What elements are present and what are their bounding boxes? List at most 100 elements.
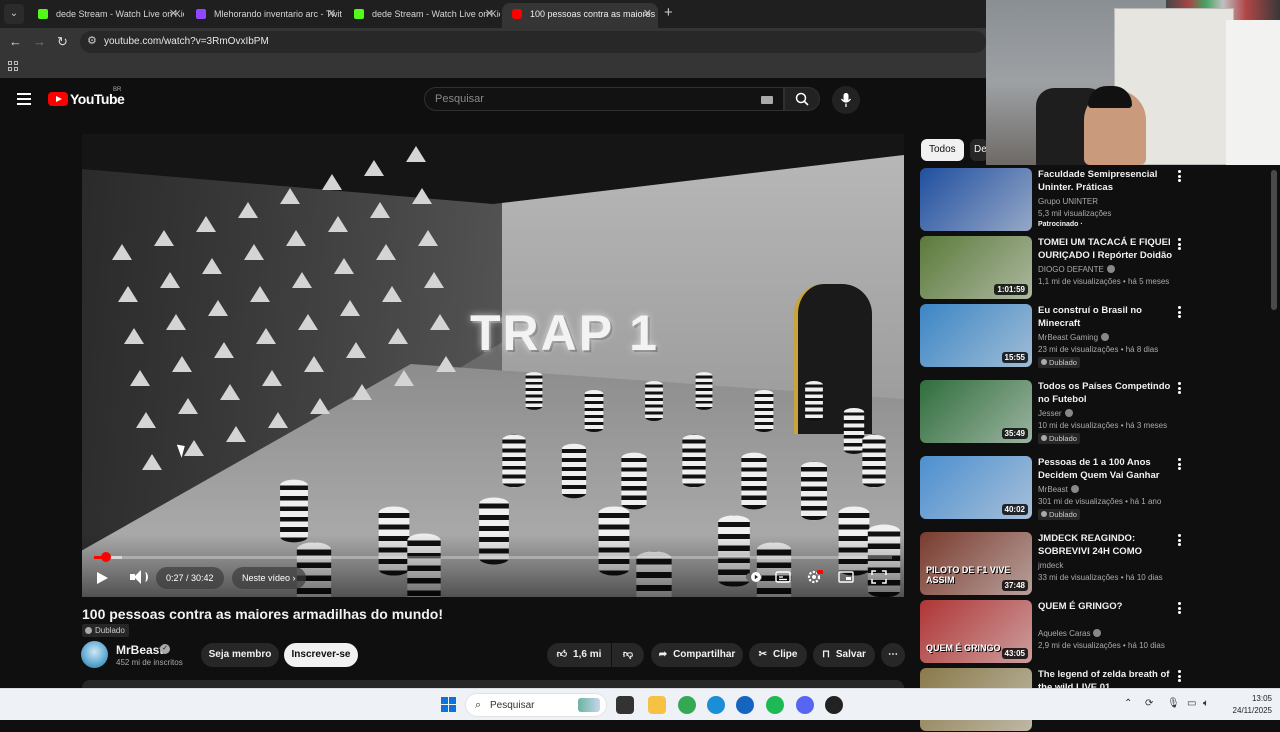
recommendation-title[interactable]: JMDECK REAGINDO: SOBREVIVI 24H COMO PILO… <box>1038 532 1176 558</box>
taskbar-clock[interactable]: 13:05 24/11/2025 <box>1222 693 1272 717</box>
browser-tab[interactable]: dede Stream - Watch Live on Kick ✕ <box>344 3 500 28</box>
autoplay-toggle-icon[interactable] <box>746 570 762 584</box>
video-thumbnail[interactable]: PILOTO DE F1 VIVE ASSIM 37:48 <box>920 532 1032 595</box>
close-tab-icon[interactable]: ✕ <box>327 3 336 25</box>
recommendation-title[interactable]: Todos os Países Competindo no Futebol <box>1038 380 1176 406</box>
keyboard-icon[interactable] <box>761 96 773 104</box>
task-view-icon[interactable] <box>616 696 634 714</box>
file-explorer-icon[interactable] <box>648 696 666 714</box>
windows-start-icon[interactable] <box>441 697 456 712</box>
subscribe-button[interactable]: Inscrever-se <box>284 643 358 667</box>
dislike-button[interactable]: 👎︎ <box>612 643 644 667</box>
description-box[interactable] <box>82 680 904 688</box>
chip-all[interactable]: Todos <box>921 139 964 161</box>
obs-icon[interactable] <box>825 696 843 714</box>
recommendation-channel[interactable]: Jesser <box>1038 409 1073 418</box>
video-thumbnail[interactable]: 40:02 <box>920 456 1032 519</box>
miniplayer-icon[interactable] <box>838 570 854 584</box>
volume-icon[interactable] <box>130 570 148 584</box>
more-vertical-icon[interactable] <box>1178 670 1181 682</box>
recommendation-item[interactable]: QUEM É GRINGO 43:05 QUEM É GRINGO? Aqueles … <box>920 600 1190 664</box>
recommendation-item[interactable]: Faculdade Semipresencial Uninter. Prátic… <box>920 168 1190 232</box>
recommendation-channel[interactable]: MrBeast <box>1038 485 1079 494</box>
apps-grid-icon[interactable] <box>8 61 18 71</box>
browser-tab[interactable]: dede Stream - Watch Live on Kick ✕ <box>28 3 184 28</box>
close-tab-icon[interactable]: ✕ <box>643 3 652 25</box>
recommendation-channel[interactable]: Grupo UNINTER <box>1038 197 1098 206</box>
recommendation-item[interactable]: 40:02 Pessoas de 1 a 100 Anos Decidem Que… <box>920 456 1190 520</box>
join-member-button[interactable]: Seja membro <box>201 643 279 667</box>
close-tab-icon[interactable]: ✕ <box>485 3 494 25</box>
tab-search-chevron-icon[interactable]: ⌄ <box>4 4 24 24</box>
share-button[interactable]: ➦ Compartilhar <box>651 643 743 667</box>
recommendation-title[interactable]: Pessoas de 1 a 100 Anos Decidem Quem Vai… <box>1038 456 1176 482</box>
browser-tab-active[interactable]: 100 pessoas contra as maiores armadilhas… <box>502 3 658 28</box>
browser-tab[interactable]: Mlehorando inventario arc - Twitch ✕ <box>186 3 342 28</box>
address-bar[interactable]: ⚙ youtube.com/watch?v=3RmOvxIbPM <box>80 31 986 53</box>
recommendation-title[interactable]: Faculdade Semipresencial Uninter. Prátic… <box>1038 168 1176 194</box>
video-thumbnail[interactable]: 35:49 <box>920 380 1032 443</box>
fullscreen-icon[interactable] <box>871 570 887 584</box>
site-info-icon[interactable]: ⚙ <box>87 34 97 47</box>
clip-button[interactable]: ✂ Clipe <box>749 643 807 667</box>
search-input[interactable]: Pesquisar <box>424 87 784 111</box>
voice-search-button[interactable] <box>832 86 860 114</box>
like-button[interactable]: 👍︎ 1,6 mi <box>547 643 611 667</box>
progress-bar[interactable] <box>94 552 892 562</box>
search-button[interactable] <box>784 87 820 111</box>
new-tab-plus-icon[interactable]: + <box>664 4 673 21</box>
recommendation-channel[interactable]: DIOGO DEFANTE <box>1038 265 1115 274</box>
settings-gear-icon[interactable] <box>807 570 823 584</box>
video-player[interactable]: TRAP 1 0:27 / 30:42 Neste vídeo › <box>82 134 904 597</box>
recommendation-channel[interactable]: jmdeck <box>1038 561 1063 570</box>
more-vertical-icon[interactable] <box>1178 382 1181 394</box>
subtitles-icon[interactable] <box>775 570 791 584</box>
recommendation-item[interactable]: 1:01:59 TOMEI UM TACACÁ E FIQUEI OURIÇADO… <box>920 236 1190 300</box>
edge-icon[interactable] <box>707 696 725 714</box>
recommendation-item[interactable]: PILOTO DE F1 VIVE ASSIM 37:48 JMDECK REAGI… <box>920 532 1190 596</box>
more-vertical-icon[interactable] <box>1178 170 1181 182</box>
recommendation-title[interactable]: TOMEI UM TACACÁ E FIQUEI OURIÇADO I Repó… <box>1038 236 1176 262</box>
more-vertical-icon[interactable] <box>1178 534 1181 546</box>
more-vertical-icon[interactable] <box>1178 602 1181 614</box>
play-button[interactable] <box>97 572 108 584</box>
recommendation-item[interactable]: 15:55 Eu construí o Brasil no Minecraft Mr… <box>920 304 1190 368</box>
scrollbar[interactable] <box>1271 170 1277 310</box>
video-thumbnail[interactable]: QUEM É GRINGO 43:05 <box>920 600 1032 663</box>
back-arrow-icon[interactable]: ← <box>9 34 22 49</box>
avatar[interactable] <box>81 641 108 668</box>
recommendation-channel[interactable]: MrBeast Gaming <box>1038 333 1110 342</box>
recommendation-title[interactable]: Eu construí o Brasil no Minecraft <box>1038 304 1176 330</box>
microphone-tray-icon[interactable]: 🎙︎ <box>1167 698 1180 709</box>
chrome-icon[interactable] <box>678 696 696 714</box>
chevron-up-icon[interactable]: ⌃ <box>1124 698 1132 709</box>
channel-name[interactable]: MrBeast <box>116 643 163 657</box>
video-thumbnail[interactable] <box>920 168 1032 231</box>
close-tab-icon[interactable]: ✕ <box>169 3 178 25</box>
recommendation-meta: 1,1 mi de visualizações • há 5 meses <box>1038 277 1170 286</box>
taskbar-search-input[interactable]: ⌕ Pesquisar <box>465 693 607 717</box>
more-vertical-icon[interactable] <box>1178 458 1181 470</box>
tab-title: Mlehorando inventario arc - Twitch <box>214 9 342 19</box>
forward-arrow-icon[interactable]: → <box>33 34 46 49</box>
sync-icon[interactable]: ⟳ <box>1145 698 1153 709</box>
chapters-button[interactable]: Neste vídeo › <box>232 567 306 589</box>
video-thumbnail[interactable]: 15:55 <box>920 304 1032 367</box>
reload-icon[interactable]: ↻ <box>57 34 68 50</box>
discord-icon[interactable] <box>796 696 814 714</box>
recommendation-channel[interactable]: Aqueles Caras <box>1038 629 1102 638</box>
more-vertical-icon[interactable] <box>1178 306 1181 318</box>
recommendation-item[interactable]: 35:49 Todos os Países Competindo no Futeb… <box>920 380 1190 444</box>
more-vertical-icon[interactable] <box>1178 238 1181 250</box>
save-button[interactable]: ⊓ Salvar <box>813 643 875 667</box>
network-icon[interactable]: ▭ <box>1187 698 1196 709</box>
video-thumbnail[interactable]: 1:01:59 <box>920 236 1032 299</box>
wall-spike <box>424 272 444 288</box>
spotify-icon[interactable] <box>766 696 784 714</box>
recommendation-title[interactable]: QUEM É GRINGO? <box>1038 600 1176 613</box>
more-actions-button[interactable]: ⋯ <box>881 643 905 667</box>
outlook-icon[interactable] <box>736 696 754 714</box>
scrubber-handle[interactable] <box>100 552 111 562</box>
speaker-icon[interactable]: 🔈︎ <box>1203 698 1209 709</box>
menu-hamburger-icon[interactable] <box>17 93 31 105</box>
